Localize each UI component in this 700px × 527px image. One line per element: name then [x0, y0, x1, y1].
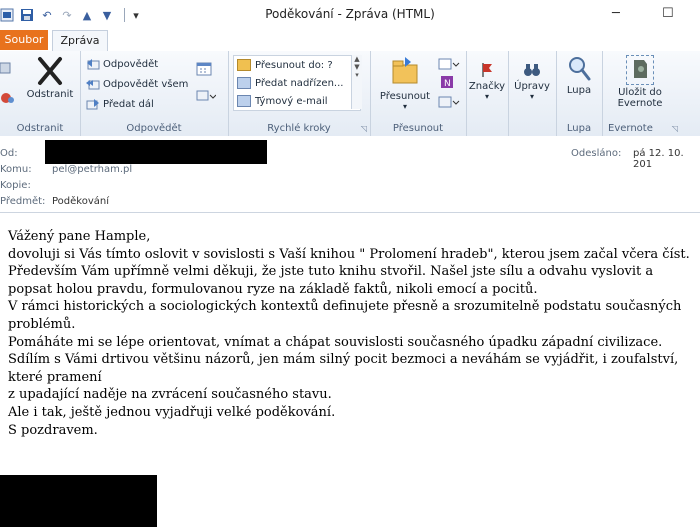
group-evernote: Uložit do Evernote Evernote ◹ — [602, 51, 700, 136]
greeting: Vážený pane Hample, — [8, 229, 151, 244]
reply-all-button[interactable]: Odpovědět všem — [86, 77, 188, 91]
move-folder-icon — [389, 55, 421, 89]
window-title: Poděkování - Zpráva (HTML) — [265, 7, 435, 21]
binoculars-icon — [523, 61, 541, 79]
redacted-sender — [45, 140, 267, 164]
folder-icon — [237, 59, 251, 71]
group-delete-label: Odstranit — [16, 123, 64, 134]
evernote-label-line1: Uložit do — [618, 87, 662, 98]
move-button[interactable]: Přesunout ▾ — [376, 55, 434, 111]
onenote-button[interactable]: N — [440, 75, 454, 89]
sent-label: Odesláno: — [571, 148, 622, 159]
team-mail-icon — [237, 95, 251, 107]
forward-label: Předat dál — [103, 98, 154, 110]
quick-step-to-manager[interactable]: Předat nadřízen... — [234, 74, 360, 92]
body-paragraph: dovoluji si Vás tímto oslovit v sovislos… — [8, 246, 690, 262]
meeting-reply-button[interactable] — [196, 61, 212, 77]
body-paragraph: Především Vám upřímně velmi děkuji, že j… — [8, 264, 654, 297]
tab-message[interactable]: Zpráva — [52, 30, 108, 52]
quick-steps-gallery: Přesunout do: ? Předat nadřízen... Týmov… — [233, 55, 361, 111]
quick-step-label: Týmový e-mail — [255, 95, 328, 107]
save-to-evernote-button[interactable]: Uložit do Evernote — [608, 55, 672, 109]
group-evernote-label: Evernote — [608, 123, 653, 134]
forward-icon — [86, 97, 100, 111]
quick-step-move-to[interactable]: Přesunout do: ? — [234, 56, 360, 74]
reply-icon — [86, 57, 100, 71]
tags-dropdown-icon: ▾ — [484, 92, 489, 101]
group-editing: Úpravy ▾ — [508, 51, 557, 136]
group-reply: Odpovědět Odpovědět všem Předat dál Odpo… — [80, 51, 229, 136]
message-header: Od: Odesláno: pá 12. 10. 201 Komu: pel@p… — [0, 136, 700, 213]
group-delete: Odstranit Odstranit — [0, 51, 81, 136]
minimize-button[interactable]: ─ — [612, 6, 620, 21]
more-reply-button[interactable] — [196, 89, 216, 103]
delete-x-icon — [35, 55, 65, 87]
evernote-icon — [626, 55, 654, 85]
ignore-icon-button[interactable] — [0, 61, 12, 77]
message-body[interactable]: Vážený pane Hample, dovoluji si Vás tímt… — [8, 228, 698, 439]
body-paragraph: Ale i tak, ještě jednou vyjadřuji velké … — [8, 404, 336, 420]
maximize-button[interactable]: ☐ — [662, 6, 674, 21]
ribbon: Odstranit Odstranit Odpovědět Odpovědět … — [0, 51, 700, 137]
closing: S pozdravem. — [8, 422, 98, 438]
to-label: Komu: — [0, 164, 32, 175]
zoom-label: Lupa — [566, 85, 592, 96]
forward-button[interactable]: Předat dál — [86, 97, 154, 111]
quick-steps-scrollbar[interactable]: ▲ ▼ ▾ — [351, 55, 362, 109]
group-tags: Značky ▾ — [466, 51, 509, 136]
subject-label: Předmět: — [0, 196, 46, 207]
delete-button[interactable]: Odstranit — [24, 55, 76, 100]
group-reply-label: Odpovědět — [126, 123, 182, 134]
title-bar: ↶ ↷ ▲ ▼ ▾ Poděkování - Zpráva (HTML) ─ ☐ — [0, 0, 700, 30]
body-paragraph: z upadající naděje na zvrácení současnéh… — [8, 387, 332, 403]
quick-steps-dialog-launcher[interactable]: ◹ — [361, 124, 367, 133]
quick-step-label: Přesunout do: ? — [255, 59, 333, 71]
to-value[interactable]: pel@petrham.pl — [52, 164, 132, 175]
body-paragraph: Sdílím s Vámi drtivou většinu názorů, je… — [8, 352, 679, 385]
reply-button[interactable]: Odpovědět — [86, 57, 158, 71]
rules-button[interactable] — [438, 57, 460, 71]
group-move-label: Přesunout — [392, 123, 444, 134]
body-paragraph: Pomáháte mi se lépe orientovat, vnímat a… — [8, 334, 663, 350]
evernote-label-line2: Evernote — [617, 98, 663, 109]
ribbon-tabs: Soubor Zpráva — [0, 29, 700, 52]
reply-all-icon — [86, 77, 100, 91]
quick-step-team-email[interactable]: Týmový e-mail — [234, 92, 360, 110]
body-paragraph: V rámci historických a sociologických ko… — [8, 299, 682, 332]
svg-text:N: N — [444, 79, 451, 89]
group-quick-steps-label: Rychlé kroky — [267, 123, 331, 134]
from-label: Od: — [0, 148, 18, 159]
tags-button[interactable]: Značky ▾ — [468, 61, 506, 101]
tags-label: Značky — [468, 81, 506, 92]
quick-step-label: Předat nadřízen... — [255, 77, 344, 89]
group-zoom-label: Lupa — [566, 123, 592, 134]
move-label: Přesunout — [379, 91, 431, 102]
sent-value: pá 12. 10. 201 — [633, 148, 684, 170]
evernote-dialog-launcher[interactable]: ◹ — [672, 124, 678, 133]
cc-label: Kopie: — [0, 180, 31, 191]
editing-label: Úpravy — [514, 81, 550, 92]
editing-button[interactable]: Úpravy ▾ — [510, 61, 554, 101]
magnifier-icon — [566, 55, 592, 83]
delete-label: Odstranit — [26, 89, 74, 100]
actions-button[interactable] — [438, 95, 460, 109]
subject-value: Poděkování — [52, 196, 110, 207]
forward-mail-icon — [237, 77, 251, 89]
group-move: Přesunout ▾ N Přesunout — [370, 51, 467, 136]
junk-icon-button[interactable] — [0, 91, 16, 105]
group-zoom: Lupa Lupa — [556, 51, 603, 136]
flag-icon — [478, 61, 496, 79]
tab-file[interactable]: Soubor — [0, 30, 48, 50]
redacted-signature — [0, 475, 157, 527]
move-dropdown-icon: ▾ — [402, 102, 407, 111]
reply-label: Odpovědět — [103, 58, 159, 70]
editing-dropdown-icon: ▾ — [529, 92, 534, 101]
zoom-button[interactable]: Lupa — [558, 55, 600, 96]
reply-all-label: Odpovědět všem — [103, 78, 189, 90]
